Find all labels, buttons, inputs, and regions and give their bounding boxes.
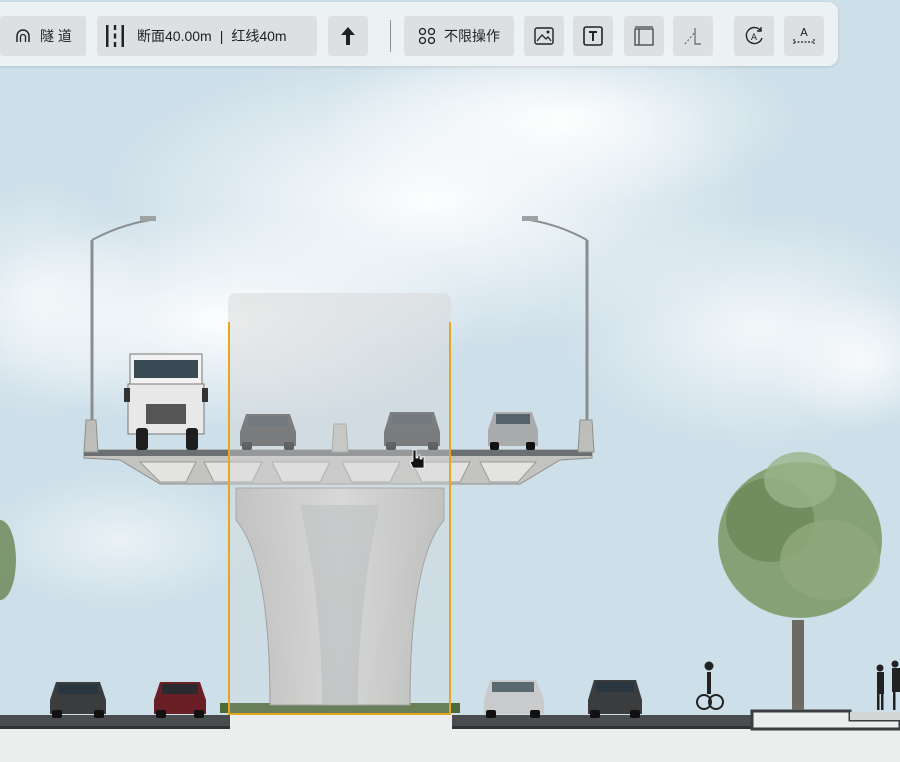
car-silver[interactable] xyxy=(488,412,538,450)
section-lanes-icon xyxy=(105,24,125,48)
car-dark[interactable] xyxy=(50,682,106,718)
svg-text:A: A xyxy=(800,26,808,39)
ops-label: 不限操作 xyxy=(444,28,500,44)
direction-button[interactable] xyxy=(328,16,368,56)
selected-median-section[interactable] xyxy=(228,293,451,715)
frame-icon xyxy=(634,26,654,46)
toolbar-divider xyxy=(390,20,391,52)
rotate-a-icon: A xyxy=(743,25,765,47)
grid-circles-icon xyxy=(418,27,436,45)
car-red[interactable] xyxy=(154,682,206,718)
toolbar: 隧 道 断面40.00m | 红线40m 不限操作 A A xyxy=(0,2,838,66)
separator: | xyxy=(219,28,224,44)
tunnel-button[interactable]: 隧 道 xyxy=(0,16,86,56)
section-width-button[interactable]: 断面40.00m | 红线40m xyxy=(97,16,317,56)
road-cross-section-canvas[interactable] xyxy=(0,0,900,762)
car-silver[interactable] xyxy=(484,680,544,718)
slope-button[interactable] xyxy=(673,16,713,56)
svg-text:A: A xyxy=(751,33,758,43)
arrow-up-icon xyxy=(339,25,357,47)
car-dark[interactable] xyxy=(588,680,642,718)
auto-annotate-button[interactable]: A xyxy=(734,16,774,56)
tunnel-label: 隧 道 xyxy=(40,28,72,44)
frame-button[interactable] xyxy=(624,16,664,56)
text-box-icon xyxy=(583,26,603,46)
text-button[interactable] xyxy=(573,16,613,56)
tunnel-icon xyxy=(14,27,32,45)
ops-button[interactable]: 不限操作 xyxy=(404,16,514,56)
section-width-label: 断面40.00m xyxy=(137,28,212,44)
dimension-a-icon: A xyxy=(792,25,816,47)
image-icon xyxy=(534,27,554,45)
dimension-button[interactable]: A xyxy=(784,16,824,56)
image-button[interactable] xyxy=(524,16,564,56)
slope-icon xyxy=(683,26,703,46)
red-line-label: 红线40m xyxy=(231,28,287,44)
